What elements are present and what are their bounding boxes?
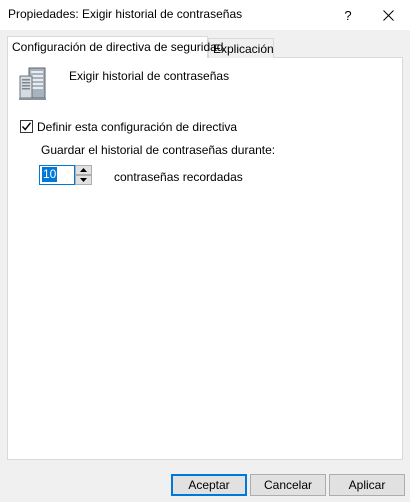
help-button[interactable]: ? <box>333 0 363 30</box>
chevron-up-icon <box>80 168 87 172</box>
tab-panel <box>7 57 403 460</box>
define-policy-label[interactable]: Definir esta configuración de directiva <box>37 120 237 134</box>
close-icon <box>382 9 394 21</box>
keep-history-label: Guardar el historial de contraseñas dura… <box>41 143 276 157</box>
cancel-button[interactable]: Cancelar <box>250 474 326 496</box>
passwords-remembered-label: contraseñas recordadas <box>114 170 243 184</box>
chevron-down-icon <box>80 178 87 182</box>
ok-button[interactable]: Aceptar <box>171 474 247 496</box>
password-history-spinner <box>75 165 92 185</box>
password-history-value: 10 <box>42 167 58 182</box>
checkmark-icon <box>21 122 32 131</box>
title-bar: Propiedades: Exigir historial de contras… <box>0 0 410 30</box>
window-title: Propiedades: Exigir historial de contras… <box>8 7 243 21</box>
spin-down-button[interactable] <box>75 175 92 185</box>
define-policy-checkbox[interactable] <box>20 120 33 133</box>
policy-name: Exigir historial de contraseñas <box>69 69 230 83</box>
server-policy-icon <box>19 67 46 100</box>
help-button-label: ? <box>344 7 352 23</box>
tab-label: Configuración de directiva de seguridad <box>12 40 224 54</box>
tab-security-policy-setting[interactable]: Configuración de directiva de seguridad <box>7 36 223 58</box>
close-button[interactable] <box>370 0 406 30</box>
password-history-input[interactable]: 10 <box>39 165 75 185</box>
apply-button[interactable]: Aplicar <box>329 474 405 496</box>
spin-up-button[interactable] <box>75 165 92 175</box>
